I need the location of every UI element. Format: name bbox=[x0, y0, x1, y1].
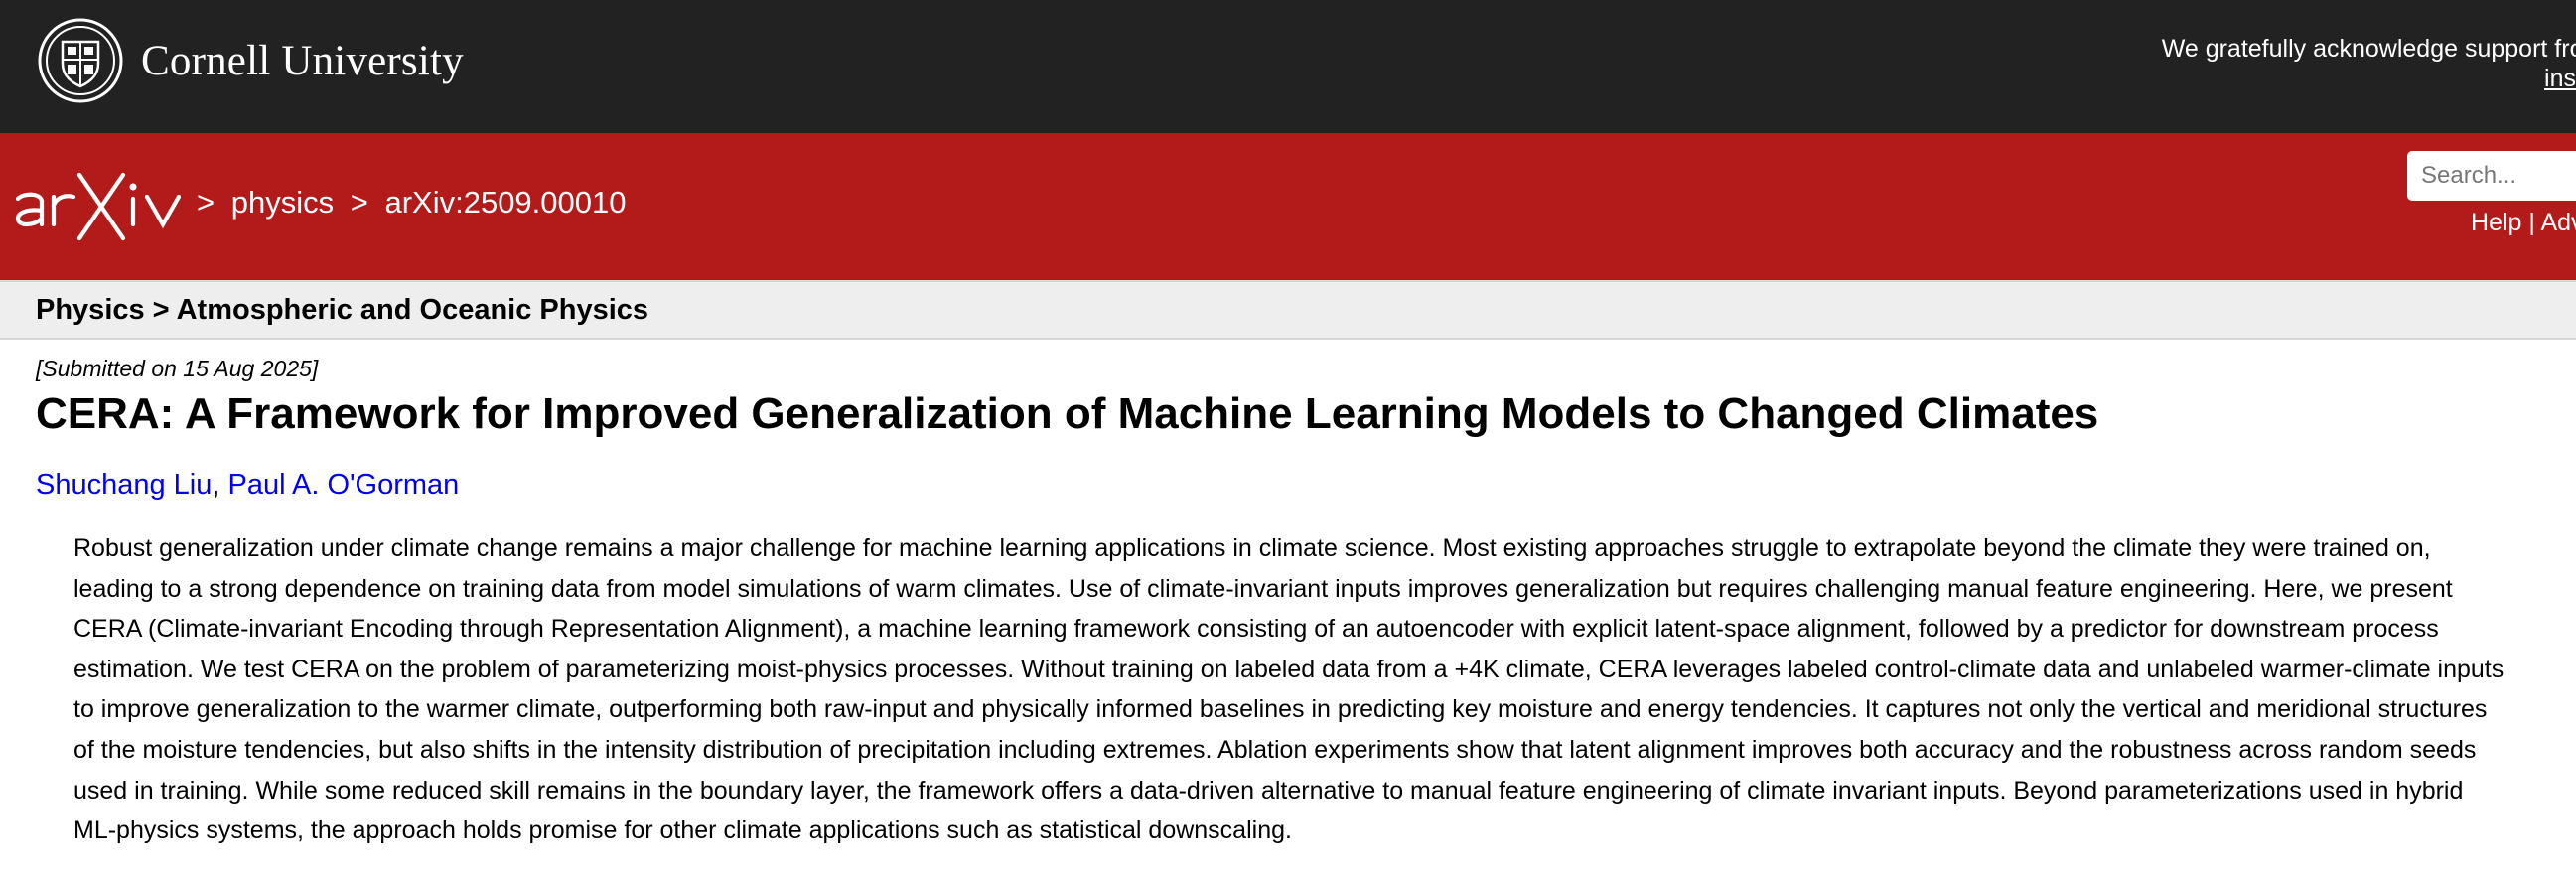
cornell-logo[interactable]: Cornell University bbox=[38, 18, 464, 103]
arxiv-header: > physics > arXiv:2509.00010 Help | Adv bbox=[0, 133, 2576, 280]
arxiv-logo-icon bbox=[15, 172, 182, 241]
breadcrumb-physics[interactable]: physics bbox=[231, 185, 334, 220]
author-separator: , bbox=[212, 469, 228, 501]
arxiv-logo[interactable] bbox=[14, 171, 191, 242]
breadcrumb-separator: > bbox=[350, 185, 368, 220]
breadcrumb-paper-id: arXiv:2509.00010 bbox=[384, 185, 627, 220]
advanced-search-link[interactable]: Adv bbox=[2540, 209, 2576, 236]
cornell-seal-icon bbox=[38, 18, 123, 103]
abstract-text: Robust generalization under climate chan… bbox=[73, 534, 2504, 845]
author-link[interactable]: Shuchang Liu bbox=[36, 469, 212, 501]
support-institutions-link[interactable]: ins bbox=[2099, 64, 2576, 93]
breadcrumb-separator: > bbox=[197, 185, 215, 220]
breadcrumb: > physics > arXiv:2509.00010 bbox=[197, 185, 635, 220]
paper-title: CERA: A Framework for Improved Generaliz… bbox=[36, 389, 2099, 438]
help-divider: | bbox=[2528, 209, 2535, 236]
help-link[interactable]: Help bbox=[2471, 209, 2521, 236]
search-input[interactable] bbox=[2407, 151, 2576, 201]
subject-bar: Physics > Atmospheric and Oceanic Physic… bbox=[0, 280, 2576, 340]
author-link[interactable]: Paul A. O'Gorman bbox=[228, 469, 460, 501]
support-message: We gratefully acknowledge support from t… bbox=[2099, 34, 2576, 93]
author-list: Shuchang Liu, Paul A. O'Gorman bbox=[36, 469, 459, 502]
help-links: Help | Adv bbox=[2471, 209, 2576, 237]
institution-banner: Cornell University We gratefully acknowl… bbox=[0, 0, 2576, 133]
institution-name: Cornell University bbox=[141, 37, 464, 84]
subject-path: Physics > Atmospheric and Oceanic Physic… bbox=[36, 294, 649, 326]
submission-date: [Submitted on 15 Aug 2025] bbox=[36, 356, 319, 381]
support-text: We gratefully acknowledge support from t… bbox=[2161, 35, 2576, 63]
